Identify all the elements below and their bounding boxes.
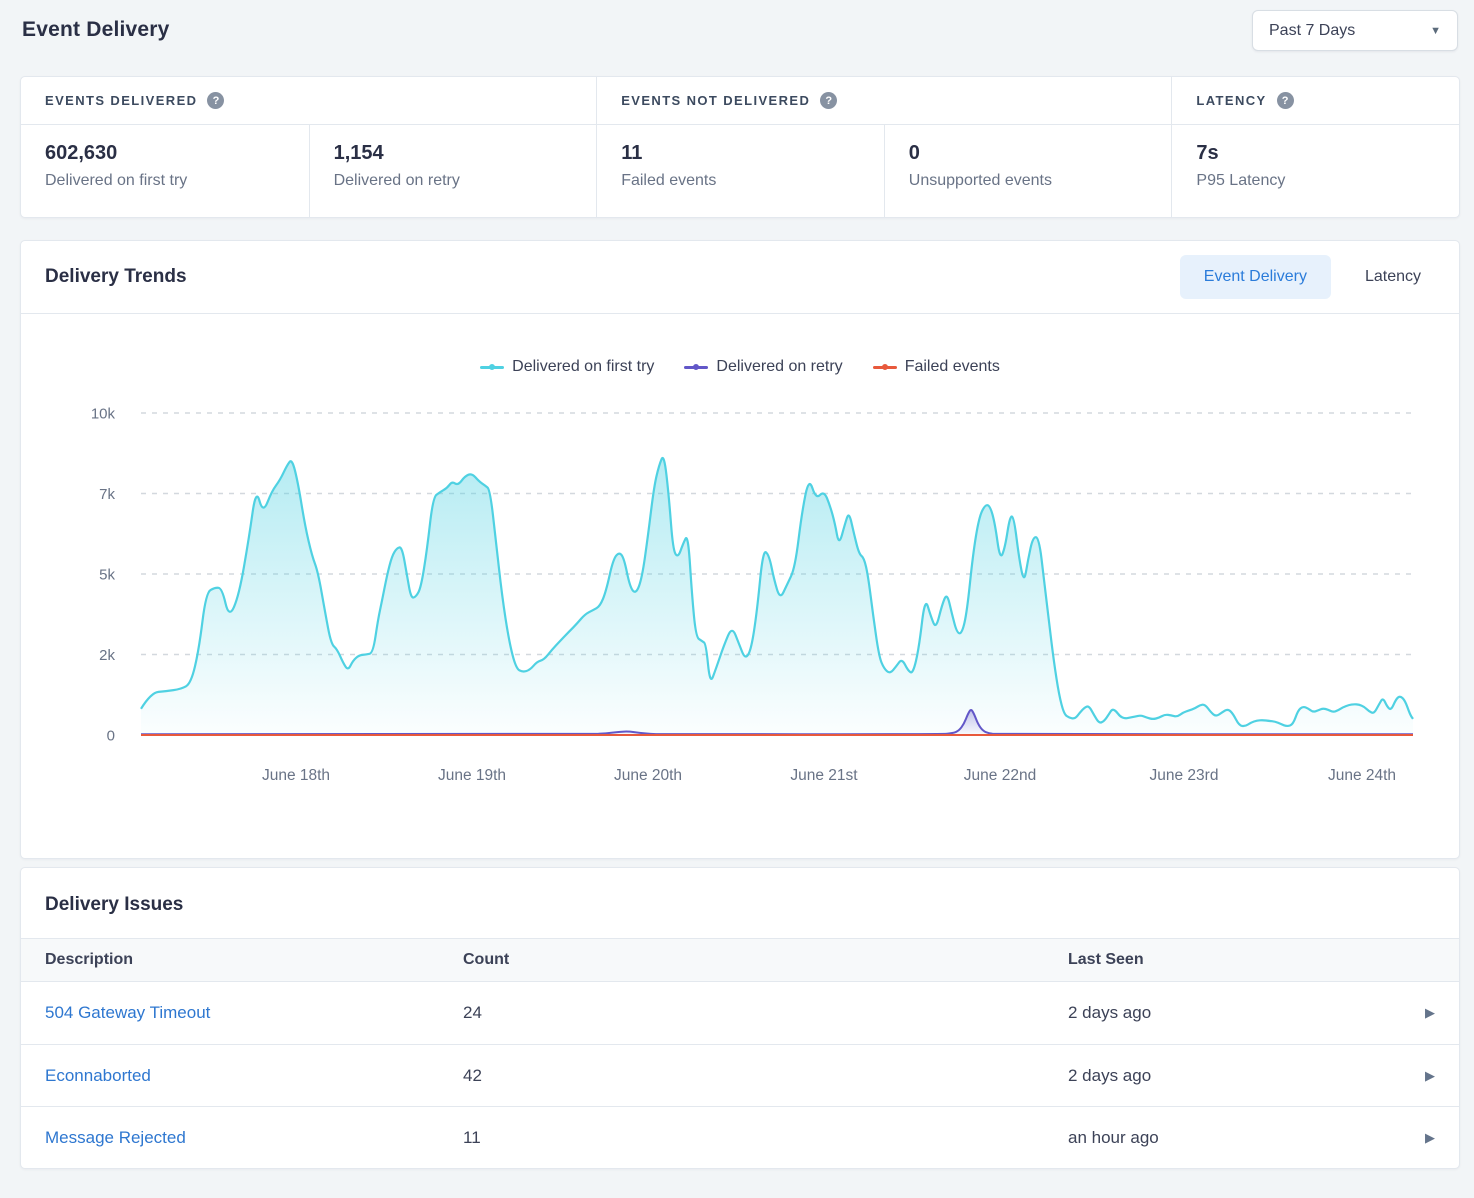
stats-group-events-delivered: EVENTS DELIVERED ? [21, 77, 596, 124]
issue-count: 24 [463, 1003, 1068, 1023]
y-axis-tick-label: 5k [99, 567, 115, 584]
stat-latency: 7s P95 Latency [1171, 125, 1459, 217]
caret-down-icon: ▼ [1430, 25, 1441, 37]
stat-unsupported: 0 Unsupported events [884, 125, 1172, 217]
stats-group-label: EVENTS NOT DELIVERED [621, 93, 810, 108]
x-axis-tick-label: June 21st [790, 767, 858, 784]
issue-last-seen: an hour ago [1068, 1128, 1379, 1148]
delivery-issues-card: Delivery Issues Description Count Last S… [20, 867, 1460, 1169]
issue-last-seen: 2 days ago [1068, 1003, 1379, 1023]
series-area-0 [141, 458, 1413, 735]
help-icon[interactable]: ? [820, 92, 837, 109]
stat-label: Failed events [621, 172, 860, 190]
y-axis-tick-label: 10k [91, 406, 116, 423]
issue-count: 11 [463, 1128, 1068, 1148]
legend-item-retry[interactable]: Delivered on retry [684, 358, 842, 376]
stat-value: 11 [621, 142, 860, 165]
chart-legend: Delivered on first try Delivered on retr… [21, 358, 1459, 376]
stat-first-try: 602,630 Delivered on first try [21, 125, 309, 217]
issue-row[interactable]: Message Rejected 11 an hour ago ▶ [21, 1106, 1459, 1168]
stat-value: 602,630 [45, 142, 285, 165]
legend-label: Delivered on retry [716, 358, 842, 376]
issue-row[interactable]: Econnaborted 42 2 days ago ▶ [21, 1044, 1459, 1106]
issue-link[interactable]: Message Rejected [45, 1128, 463, 1148]
x-axis-tick-label: June 20th [614, 767, 682, 784]
y-axis-tick-label: 2k [99, 647, 115, 664]
stat-label: Delivered on retry [334, 172, 573, 190]
delivery-trends-card: Delivery Trends Event Delivery Latency D… [20, 240, 1460, 859]
column-header-description: Description [45, 951, 463, 969]
stats-group-label: LATENCY [1196, 93, 1266, 108]
trend-chart: 0 2k 5k 7k 10k June 18th June 19th June 20th Jun… [21, 388, 1459, 828]
stat-value: 7s [1196, 142, 1435, 165]
column-header-count: Count [463, 951, 1068, 969]
chevron-right-icon[interactable]: ▶ [1425, 1130, 1435, 1146]
stat-label: P95 Latency [1196, 172, 1435, 190]
legend-marker-icon [684, 366, 708, 369]
issue-count: 42 [463, 1066, 1068, 1086]
stats-group-events-not-delivered: EVENTS NOT DELIVERED ? [596, 77, 1171, 124]
legend-marker-icon [873, 366, 897, 369]
x-axis-tick-label: June 18th [262, 767, 330, 784]
issue-last-seen: 2 days ago [1068, 1066, 1379, 1086]
legend-label: Failed events [905, 358, 1000, 376]
legend-label: Delivered on first try [512, 358, 654, 376]
stats-card: EVENTS DELIVERED ? EVENTS NOT DELIVERED … [20, 76, 1460, 218]
column-header-last-seen: Last Seen [1068, 951, 1379, 969]
x-axis-tick-label: June 23rd [1150, 767, 1219, 784]
chart-tabs: Event Delivery Latency [1180, 255, 1445, 299]
x-axis-tick-label: June 24th [1328, 767, 1396, 784]
stat-failed: 11 Failed events [596, 125, 884, 217]
issues-table-body: 504 Gateway Timeout 24 2 days ago ▶ Econ… [21, 982, 1459, 1168]
page-title: Event Delivery [22, 18, 170, 42]
issues-table-header: Description Count Last Seen [21, 938, 1459, 982]
x-axis-tick-label: June 22nd [964, 767, 1036, 784]
chart-header: Delivery Trends Event Delivery Latency [21, 241, 1459, 314]
issue-row[interactable]: 504 Gateway Timeout 24 2 days ago ▶ [21, 982, 1459, 1044]
stat-value: 0 [909, 142, 1148, 165]
y-axis-tick-label: 0 [107, 728, 115, 745]
tab-event-delivery[interactable]: Event Delivery [1180, 255, 1331, 299]
stat-label: Unsupported events [909, 172, 1148, 190]
stats-group-latency: LATENCY ? [1171, 77, 1459, 124]
chevron-right-icon[interactable]: ▶ [1425, 1068, 1435, 1084]
date-range-select[interactable]: Past 7 Days ▼ [1252, 10, 1458, 51]
chevron-right-icon[interactable]: ▶ [1425, 1005, 1435, 1021]
x-axis-tick-label: June 19th [438, 767, 506, 784]
help-icon[interactable]: ? [1277, 92, 1294, 109]
stat-label: Delivered on first try [45, 172, 285, 190]
help-icon[interactable]: ? [207, 92, 224, 109]
stats-header: EVENTS DELIVERED ? EVENTS NOT DELIVERED … [21, 77, 1459, 125]
date-range-value: Past 7 Days [1269, 22, 1355, 40]
stats-values: 602,630 Delivered on first try 1,154 Del… [21, 125, 1459, 217]
legend-item-first-try[interactable]: Delivered on first try [480, 358, 654, 376]
y-axis-tick-label: 7k [99, 486, 115, 503]
tab-latency[interactable]: Latency [1341, 255, 1445, 299]
issue-link[interactable]: Econnaborted [45, 1066, 463, 1086]
chart-title: Delivery Trends [45, 266, 187, 288]
top-bar: Event Delivery Past 7 Days ▼ [0, 0, 1474, 62]
stat-retry: 1,154 Delivered on retry [309, 125, 597, 217]
legend-marker-icon [480, 366, 504, 369]
issue-link[interactable]: 504 Gateway Timeout [45, 1003, 463, 1023]
stats-group-label: EVENTS DELIVERED [45, 93, 197, 108]
legend-item-failed[interactable]: Failed events [873, 358, 1000, 376]
stat-value: 1,154 [334, 142, 573, 165]
issues-title: Delivery Issues [21, 868, 1459, 938]
